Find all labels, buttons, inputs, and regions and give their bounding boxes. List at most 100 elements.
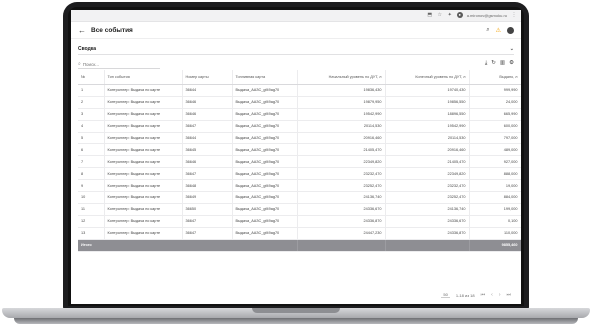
column-header[interactable]: Топливная карта <box>232 70 298 85</box>
table-cell: 36646 <box>182 108 233 121</box>
columns-icon[interactable]: ▥ <box>500 60 505 67</box>
table-cell: 13 <box>78 227 105 240</box>
column-header[interactable]: № <box>78 70 105 85</box>
download-icon[interactable]: ⤓ <box>485 60 487 67</box>
more-icon[interactable]: ⋮ <box>511 12 517 18</box>
table-cell: Выдача_ААЗС_gf49ag70 <box>232 179 298 193</box>
table-row[interactable]: 1 Контроллер: Выдача по карте 36644 Выдача_… <box>78 84 521 97</box>
table-cell: 36645 <box>182 143 233 157</box>
table-cell: 24336,870 <box>297 215 386 228</box>
laptop-lid: ⬒ ☆ ✦ ● a.mironov@gsmoku.ru ⋮ ← Все собы… <box>63 2 529 310</box>
settings-icon[interactable]: ⚙ <box>509 60 514 67</box>
table-row[interactable]: 7 Контроллер: Выдача по карте 36646 Выдача_… <box>78 155 521 169</box>
table-cell: Контроллер: Выдача по карте <box>104 227 183 240</box>
table-cell: 20114,530 <box>385 132 470 145</box>
table-cell: Выдача_ААЗС_gf49ag70 <box>232 108 298 121</box>
back-arrow-icon[interactable]: ← <box>78 26 86 35</box>
column-header[interactable]: Номер карты <box>182 70 233 85</box>
table-cell: 23232,470 <box>385 179 470 193</box>
table-row[interactable]: 2 Контроллер: Выдача по карте 36646 Выдача_… <box>78 96 521 109</box>
table-cell: 2 <box>78 96 105 109</box>
table-cell: Выдача_ААЗС_gf49ag70 <box>232 203 298 216</box>
table-cell: 24336,870 <box>385 227 470 240</box>
prev-page-icon[interactable]: ‹ <box>491 292 493 298</box>
table-cell: 36650 <box>182 203 233 216</box>
table-cell: Контроллер: Выдача по карте <box>104 132 183 145</box>
search-input[interactable] <box>82 61 153 67</box>
table-cell: Контроллер: Выдача по карте <box>104 191 183 204</box>
table-cell: 19542,990 <box>385 120 470 133</box>
next-page-icon[interactable]: › <box>499 292 501 298</box>
puzzle-icon[interactable]: ✦ <box>447 12 453 18</box>
table-cell: 888,000 <box>469 167 521 181</box>
search-icon[interactable]: ⌕ <box>486 27 489 34</box>
total-row: Итого 9855,460 <box>78 239 521 252</box>
column-header[interactable]: Тип события <box>104 70 183 85</box>
table-cell: 22349,820 <box>297 155 386 169</box>
table-cell: 0,100 <box>469 215 521 228</box>
table-row[interactable]: 4 Контроллер: Выдача по карте 36647 Выдача_… <box>78 120 521 133</box>
table-cell: 11 <box>78 203 105 216</box>
table-cell: Выдача_ААЗС_gf49ag70 <box>232 227 298 240</box>
profile-icon[interactable]: ● <box>456 12 463 18</box>
table-cell: Контроллер: Выдача по карте <box>104 120 183 133</box>
last-page-icon[interactable]: ⏭ <box>506 292 511 298</box>
table-cell: 36647 <box>182 227 233 240</box>
table-cell: 20916,460 <box>297 132 386 145</box>
table-cell: 19740,430 <box>385 84 470 97</box>
pagination: 50 1-18 из 18 ⏮ ‹ › ⏭ <box>441 292 511 298</box>
table-cell: Контроллер: Выдача по карте <box>104 108 183 121</box>
table-cell: 5 <box>78 132 105 145</box>
table-cell: 19,000 <box>469 179 521 193</box>
column-header[interactable]: Конечный уровень по ДУТ, л <box>385 70 470 85</box>
table-row[interactable]: 5 Контроллер: Выдача по карте 36644 Выдача_… <box>78 132 521 145</box>
table-cell: Контроллер: Выдача по карте <box>104 84 183 97</box>
table-cell: Выдача_ААЗС_gf49ag70 <box>232 215 298 228</box>
table-cell: 884,000 <box>469 191 521 204</box>
table-cell: 36644 <box>182 84 233 97</box>
star-icon[interactable]: ☆ <box>437 12 443 18</box>
table-row[interactable]: 6 Контроллер: Выдача по карте 36645 Выдача_… <box>78 143 521 157</box>
table-cell: 4 <box>78 120 105 133</box>
table-header-row: № Тип события Номер карты Топливная карт… <box>78 70 521 85</box>
table-cell: Выдача_ААЗС_gf49ag70 <box>232 132 298 145</box>
base-notch <box>252 308 340 313</box>
page-size-select[interactable]: 50 <box>441 292 450 298</box>
table-cell: 36646 <box>182 155 233 169</box>
table-cell: 19836,430 <box>297 84 386 97</box>
table-cell: 110,000 <box>469 227 521 240</box>
toolbar: ⌕ ⤓ ↻ ▥ ⚙ <box>78 58 514 70</box>
search-box: ⌕ <box>78 60 160 69</box>
extensions-icon[interactable]: ⬒ <box>427 12 433 18</box>
table-cell: 24136,740 <box>385 203 470 216</box>
table-row[interactable]: 12 Контроллер: Выдача по карте 36647 Выдача… <box>78 215 521 228</box>
column-header[interactable]: Выдано, л <box>469 70 521 85</box>
refresh-icon[interactable]: ↻ <box>491 60 496 67</box>
table-cell: 927,000 <box>469 155 521 169</box>
column-header[interactable]: Начальный уровень по ДУТ, л <box>297 70 386 85</box>
table-row[interactable]: 11 Контроллер: Выдача по карте 36650 Выдача… <box>78 203 521 216</box>
table-row[interactable]: 9 Контроллер: Выдача по карте 36648 Выдача_… <box>78 179 521 193</box>
avatar[interactable] <box>507 26 514 34</box>
table-cell: 36649 <box>182 191 233 204</box>
table-cell: 20916,460 <box>385 143 470 157</box>
table-row[interactable]: 8 Контроллер: Выдача по карте 36647 Выдача_… <box>78 167 521 181</box>
table-row[interactable]: 3 Контроллер: Выдача по карте 36646 Выдача_… <box>78 108 521 121</box>
table-cell: 23252,470 <box>297 179 386 193</box>
base-bottom <box>14 318 578 324</box>
browser-user-email: a.mironov@gsmoku.ru <box>466 12 507 18</box>
table-cell: 36647 <box>182 167 233 181</box>
table-cell: 36647 <box>182 120 233 133</box>
first-page-icon[interactable]: ⏮ <box>481 292 486 298</box>
table-cell: 489,000 <box>469 143 521 157</box>
table-row[interactable]: 10 Контроллер: Выдача по карте 36649 Выдача… <box>78 191 521 204</box>
search-icon: ⌕ <box>78 61 81 67</box>
app-header: ← Все события ⌕ ⚠ <box>71 22 521 39</box>
total-cell <box>385 239 470 252</box>
warning-icon[interactable]: ⚠ <box>496 27 501 34</box>
table-cell: 20114,530 <box>297 120 386 133</box>
total-value: 9855,460 <box>469 239 521 252</box>
view-select[interactable]: Сводка ⌄ <box>78 43 514 55</box>
table-row[interactable]: 13 Контроллер: Выдача по карте 36647 Выдача… <box>78 227 521 240</box>
table-cell: 797,000 <box>469 132 521 145</box>
